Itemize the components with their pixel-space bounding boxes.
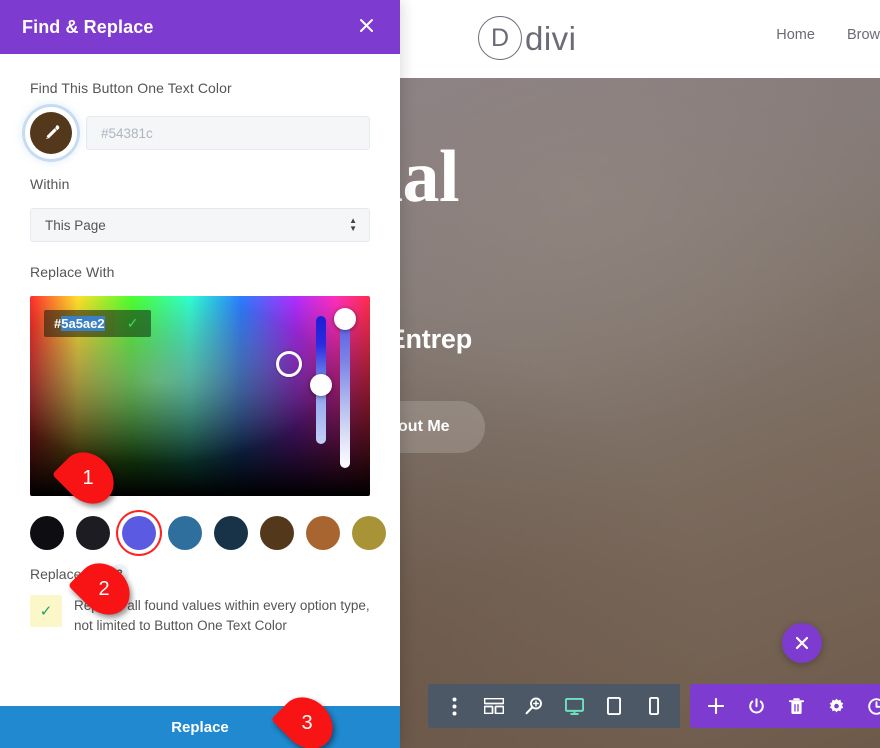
color-picker-hex-field[interactable]: #5a5ae2 ✓ xyxy=(44,310,151,337)
panel-header: Find & Replace xyxy=(0,0,400,54)
marker-number: 3 xyxy=(301,711,313,734)
hue-slider-handle[interactable] xyxy=(310,374,332,396)
replace-all-checkbox[interactable]: ✓ xyxy=(30,595,62,627)
screen-root: D divi Home Brow Professional Coaching F… xyxy=(0,0,880,748)
find-hex-input[interactable]: #54381c xyxy=(86,116,370,150)
within-select[interactable]: This Page ▲ ▼ xyxy=(30,208,370,242)
tablet-icon[interactable] xyxy=(594,684,634,728)
color-swatch-copper[interactable] xyxy=(306,516,340,550)
site-nav: Home Brow xyxy=(776,27,880,43)
power-icon[interactable] xyxy=(736,684,776,728)
eyedropper-button[interactable] xyxy=(30,112,72,154)
close-icon xyxy=(360,19,373,32)
logo-wordmark: divi xyxy=(525,19,577,57)
within-field-label: Within xyxy=(30,176,70,192)
wireframe-icon[interactable] xyxy=(474,684,514,728)
color-swatch-row xyxy=(30,516,386,550)
color-swatch-black[interactable] xyxy=(30,516,64,550)
replace-button[interactable]: Replace xyxy=(0,706,400,748)
divi-toolbar-action-group xyxy=(690,684,880,728)
nav-item-browse[interactable]: Brow xyxy=(847,27,880,43)
divi-toolbar-view-group xyxy=(428,684,680,728)
color-swatch-dark-brown[interactable] xyxy=(260,516,294,550)
color-swatch-olive-gold[interactable] xyxy=(352,516,386,550)
more-vertical-icon[interactable] xyxy=(434,684,474,728)
eyedropper-icon xyxy=(45,125,60,139)
logo-d-icon: D xyxy=(478,16,522,60)
nav-item-home[interactable]: Home xyxy=(776,27,815,43)
divi-builder-toolbar xyxy=(428,684,880,728)
floating-close-button[interactable] xyxy=(782,623,822,663)
panel-title: Find & Replace xyxy=(22,16,154,37)
within-select-value: This Page xyxy=(45,217,106,233)
color-picker-hex-value: #5a5ae2 xyxy=(44,310,115,337)
site-logo[interactable]: D divi xyxy=(478,16,577,60)
find-field-label: Find This Button One Text Color xyxy=(30,80,232,96)
step-marker-2: 2 xyxy=(67,552,141,626)
color-swatch-navy[interactable] xyxy=(214,516,248,550)
phone-icon[interactable] xyxy=(634,684,674,728)
step-marker-3: 3 xyxy=(270,686,344,748)
color-swatch-steel-blue[interactable] xyxy=(168,516,202,550)
history-clock-icon[interactable] xyxy=(856,684,880,728)
desktop-icon[interactable] xyxy=(554,684,594,728)
close-icon xyxy=(795,636,809,650)
find-and-replace-panel: Find & Replace Find This Button One Text… xyxy=(0,0,400,748)
panel-close-button[interactable] xyxy=(353,12,380,42)
chevron-updown-icon: ▲ ▼ xyxy=(349,216,357,233)
find-value-row: #54381c xyxy=(30,112,370,154)
trash-icon[interactable] xyxy=(776,684,816,728)
color-picker-confirm-button[interactable]: ✓ xyxy=(114,310,151,337)
step-marker-1: 1 xyxy=(51,441,125,515)
color-swatch-dark-charcoal[interactable] xyxy=(76,516,110,550)
gear-icon[interactable] xyxy=(816,684,856,728)
alpha-slider[interactable] xyxy=(340,318,350,468)
alpha-slider-handle[interactable] xyxy=(334,308,356,330)
panel-body: Find This Button One Text Color #54381c … xyxy=(0,54,400,706)
color-picker-handle[interactable] xyxy=(276,351,302,377)
replace-with-label: Replace With xyxy=(30,264,115,280)
zoom-icon[interactable] xyxy=(514,684,554,728)
marker-number: 1 xyxy=(82,466,94,489)
color-swatch-indigo[interactable] xyxy=(122,516,156,550)
marker-number: 2 xyxy=(98,577,110,600)
plus-icon[interactable] xyxy=(696,684,736,728)
